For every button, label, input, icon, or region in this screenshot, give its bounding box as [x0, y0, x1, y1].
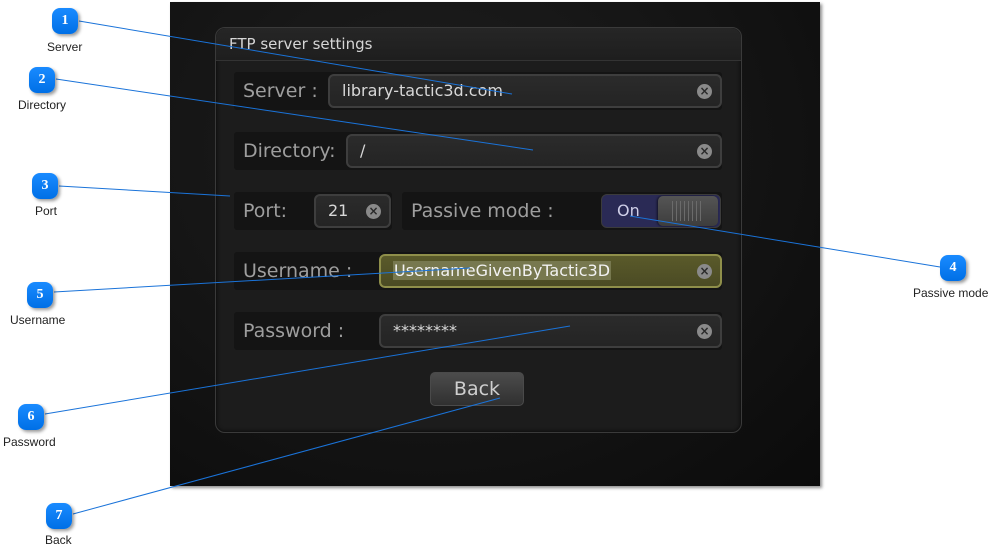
port-input[interactable]: 21 ×: [314, 194, 391, 228]
passive-mode-label: Passive mode :: [411, 200, 554, 222]
callout-caption-1: Server: [47, 40, 83, 54]
password-value: ********: [393, 321, 457, 340]
callout-badge-7: 7: [46, 503, 72, 529]
username-input[interactable]: UsernameGivenByTactic3D ×: [379, 254, 722, 288]
back-button[interactable]: Back: [430, 372, 524, 406]
username-row: Username : UsernameGivenByTactic3D ×: [234, 252, 722, 290]
directory-value: /: [360, 141, 366, 160]
toggle-state-label: On: [617, 201, 640, 220]
directory-row: Directory: / ×: [234, 132, 722, 170]
callout-caption-6: Password: [3, 435, 56, 449]
app-screen: FTP server settings Server : library-tac…: [170, 2, 820, 486]
server-input[interactable]: library-tactic3d.com ×: [328, 74, 722, 108]
password-row: Password : ******** ×: [234, 312, 722, 350]
port-label: Port:: [243, 200, 288, 222]
panel-title: FTP server settings: [216, 28, 741, 61]
toggle-knob[interactable]: [658, 196, 718, 226]
passive-mode-row: Passive mode : On: [402, 192, 722, 230]
callout-badge-6: 6: [18, 404, 44, 430]
callout-caption-4: Passive mode: [913, 286, 989, 300]
server-label: Server :: [243, 80, 318, 102]
clear-icon[interactable]: ×: [697, 264, 712, 279]
clear-icon[interactable]: ×: [697, 144, 712, 159]
username-value: UsernameGivenByTactic3D: [393, 261, 612, 280]
directory-label: Directory:: [243, 140, 336, 162]
clear-icon[interactable]: ×: [697, 324, 712, 339]
clear-icon[interactable]: ×: [697, 84, 712, 99]
callout-badge-1: 1: [52, 8, 78, 34]
server-row: Server : library-tactic3d.com ×: [234, 72, 722, 110]
callout-caption-3: Port: [35, 204, 58, 218]
callout-badge-2: 2: [29, 67, 55, 93]
callout-caption-5: Username: [10, 313, 66, 327]
username-label: Username :: [243, 260, 353, 282]
ftp-settings-panel: FTP server settings Server : library-tac…: [215, 27, 742, 433]
grip-icon: [672, 201, 704, 221]
clear-icon[interactable]: ×: [366, 204, 381, 219]
callout-badge-3: 3: [32, 173, 58, 199]
directory-input[interactable]: / ×: [346, 134, 722, 168]
port-value: 21: [328, 201, 349, 220]
callout-caption-2: Directory: [18, 98, 67, 112]
callout-caption-7: Back: [45, 533, 72, 547]
callout-badge-5: 5: [27, 282, 53, 308]
passive-mode-toggle[interactable]: On: [601, 194, 721, 228]
callout-badge-4: 4: [940, 255, 966, 281]
password-input[interactable]: ******** ×: [379, 314, 722, 348]
password-label: Password :: [243, 320, 345, 342]
server-value: library-tactic3d.com: [342, 81, 503, 100]
port-row: Port: 21 ×: [234, 192, 392, 230]
